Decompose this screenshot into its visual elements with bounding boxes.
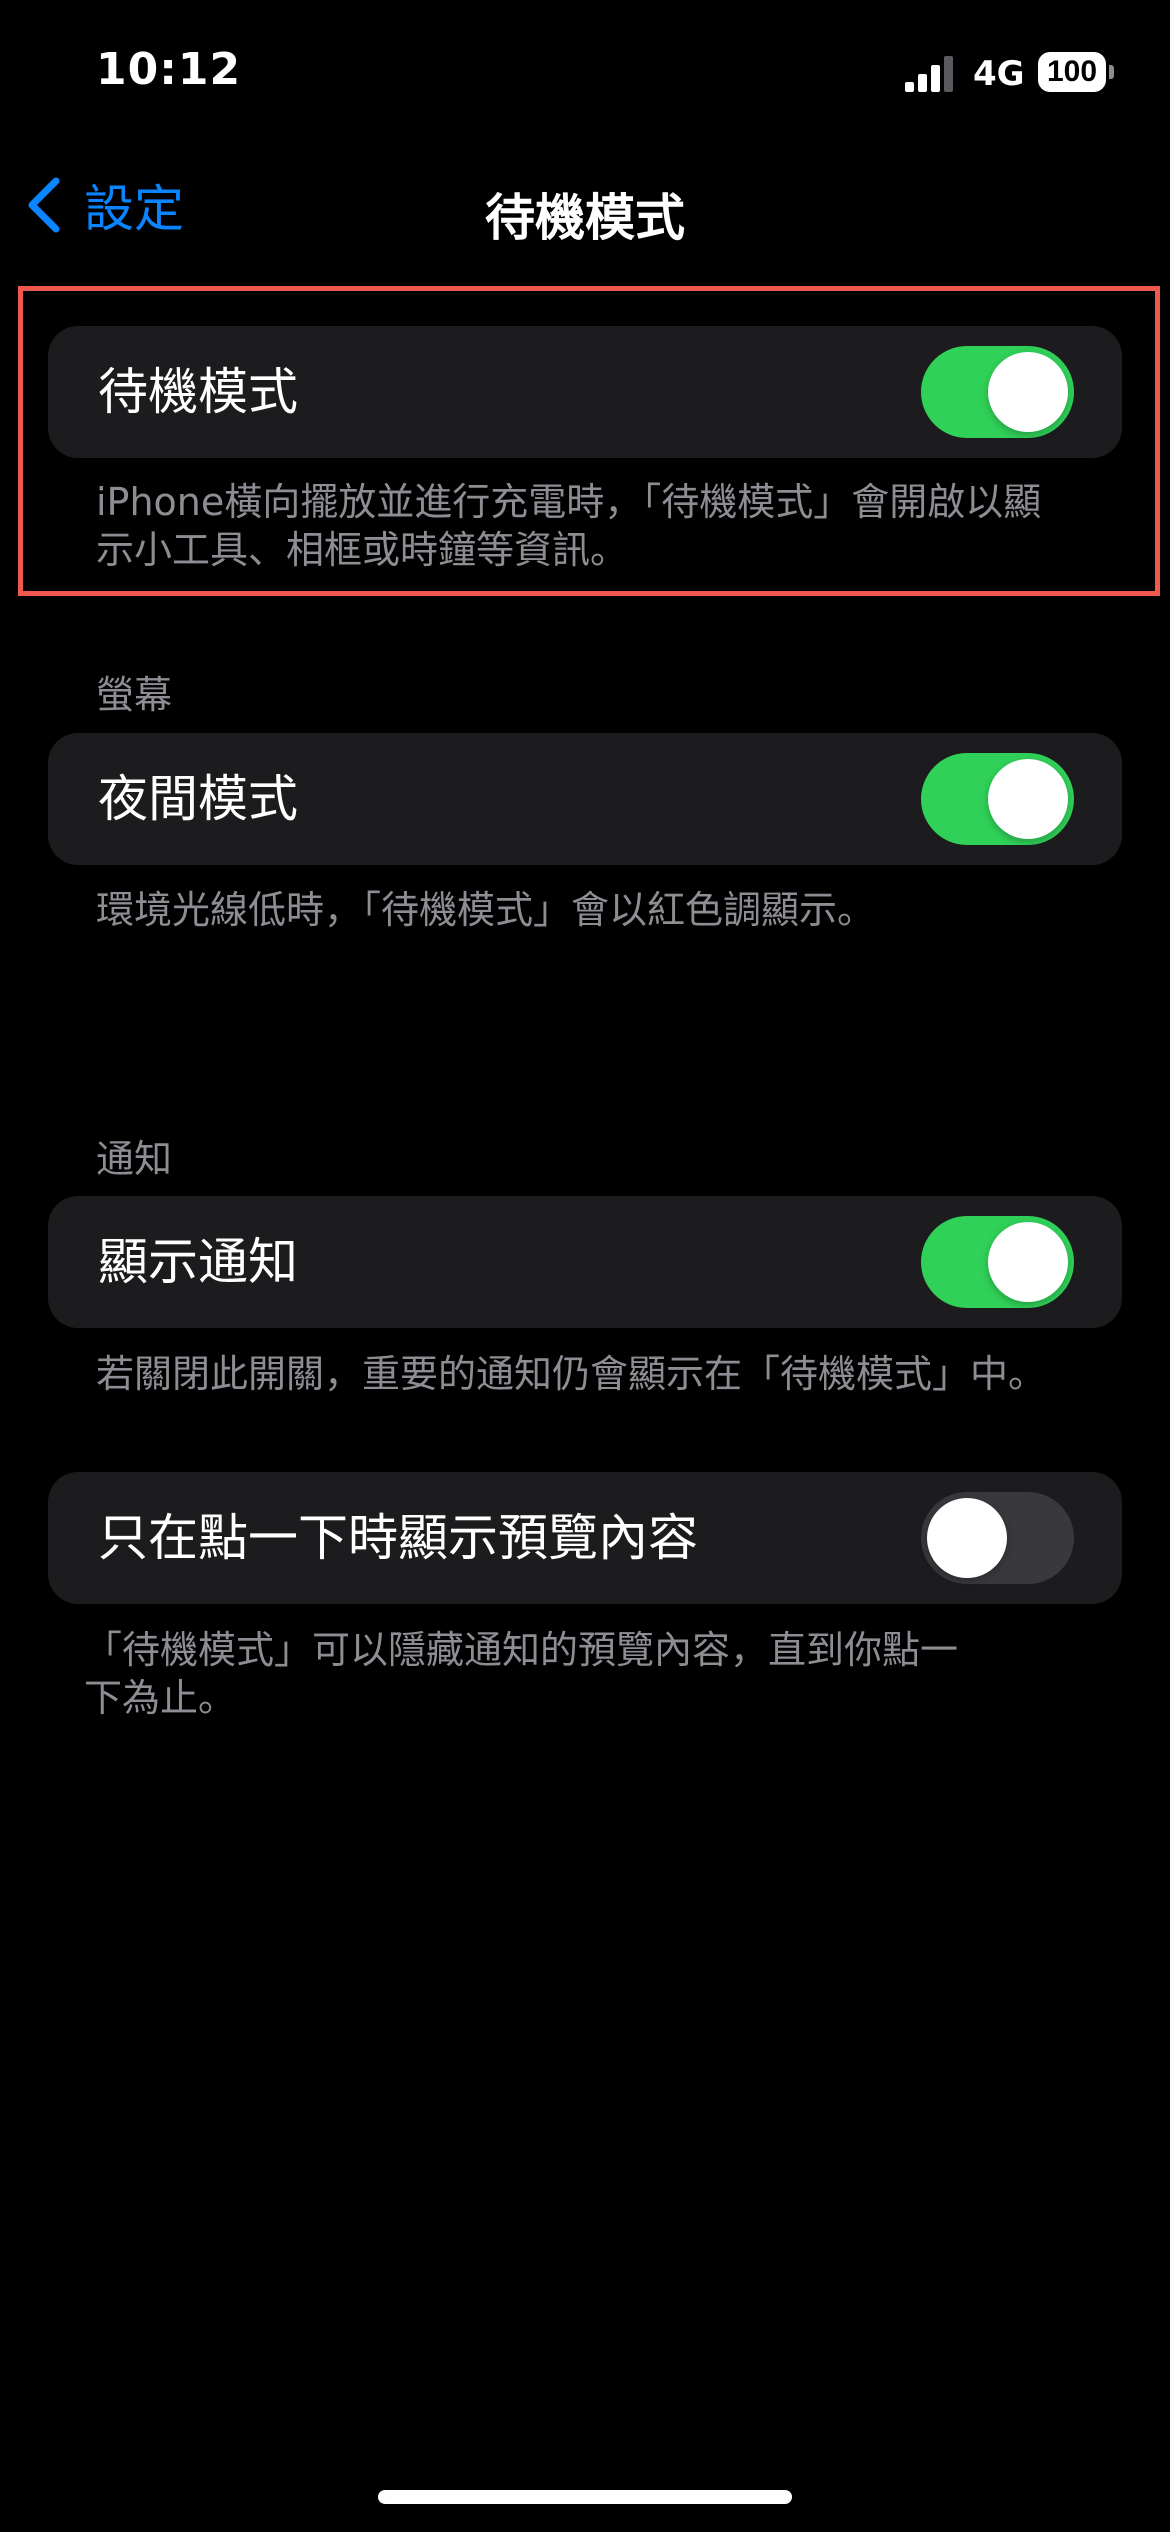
standby-label: 待機模式: [98, 363, 298, 421]
toggle-knob: [927, 1498, 1007, 1578]
night-mode-footer: 環境光線低時，「待機模式」會以紅色調顯示。: [96, 888, 876, 932]
night-mode-cell: 夜間模式: [48, 733, 1122, 865]
navigation-bar: 設定 待機模式: [0, 150, 1170, 260]
preview-on-tap-cell: 只在點一下時顯示預覽內容: [48, 1472, 1122, 1604]
night-mode-label: 夜間模式: [98, 770, 298, 828]
page-title: 待機模式: [485, 189, 685, 247]
show-notifications-footer: 若關閉此開關，重要的通知仍會顯示在「待機模式」中。: [96, 1352, 1047, 1396]
cellular-signal-icon: [905, 56, 953, 92]
standby-footer: iPhone橫向擺放並進行充電時，「待機模式」會開啟以顯示小工具、相框或時鐘等資…: [96, 480, 1042, 572]
network-type-label: 4G: [973, 54, 1025, 94]
home-indicator[interactable]: [378, 2490, 792, 2504]
toggle-knob: [988, 759, 1068, 839]
status-time: 10:12: [96, 44, 242, 95]
toggle-knob: [988, 352, 1068, 432]
night-mode-toggle[interactable]: [921, 753, 1074, 845]
battery-icon: 100: [1038, 52, 1114, 92]
preview-on-tap-toggle[interactable]: [921, 1492, 1074, 1584]
section-header-notifications: 通知: [96, 1137, 173, 1181]
status-bar: 10:12 4G 100: [0, 0, 1170, 140]
show-notifications-toggle[interactable]: [921, 1216, 1074, 1308]
section-header-display: 螢幕: [96, 673, 173, 717]
show-notifications-cell: 顯示通知: [48, 1196, 1122, 1328]
show-notifications-label: 顯示通知: [98, 1233, 298, 1291]
toggle-knob: [988, 1222, 1068, 1302]
preview-on-tap-footer: 「待機模式」可以隱藏通知的預覽內容，直到你點一下為止。: [84, 1628, 959, 1720]
standby-toggle[interactable]: [921, 346, 1074, 438]
battery-level: 100: [1046, 55, 1098, 88]
preview-on-tap-label: 只在點一下時顯示預覽內容: [98, 1509, 698, 1567]
standby-cell: 待機模式: [48, 326, 1122, 458]
